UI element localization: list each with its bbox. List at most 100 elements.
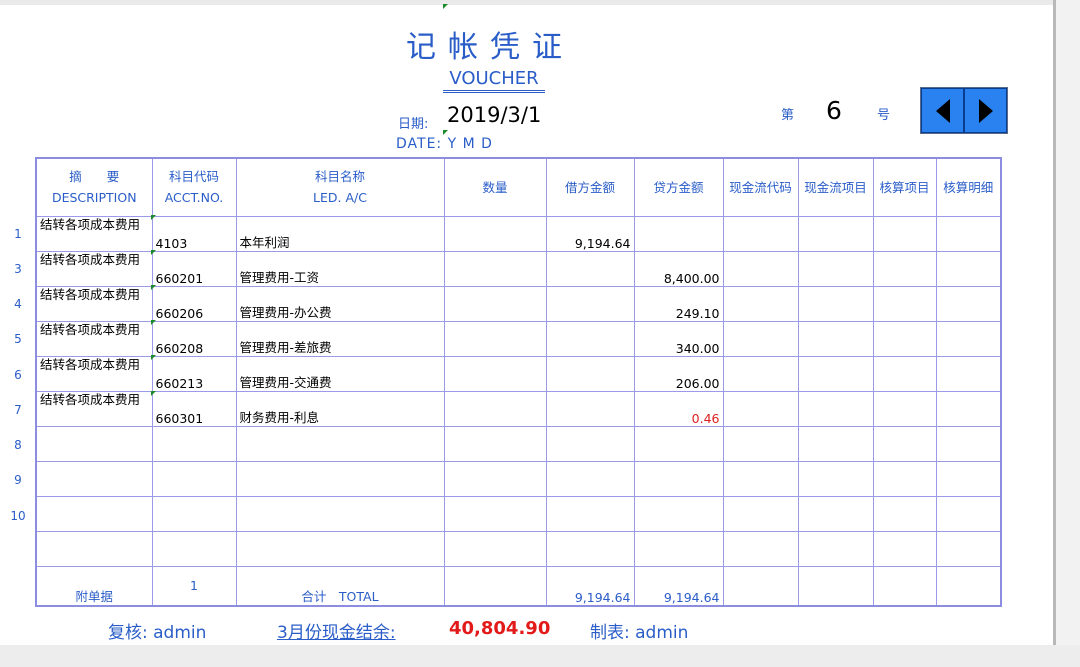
row-audit-item[interactable] xyxy=(872,390,937,427)
row-audit-detail[interactable] xyxy=(935,215,1002,252)
row-ledger-name[interactable]: 财务费用-利息 xyxy=(235,390,445,427)
total-label: 合计 TOTAL xyxy=(235,565,445,607)
row-audit-item[interactable] xyxy=(872,355,937,392)
col-quantity: 数量 xyxy=(443,157,547,217)
row-cashflow-item[interactable] xyxy=(797,320,874,357)
empty-row[interactable] xyxy=(35,460,1002,497)
row-number: 7 xyxy=(14,403,22,417)
row-credit[interactable]: 0.46 xyxy=(633,390,724,427)
voucher-navigation xyxy=(920,87,1008,134)
row-debit[interactable] xyxy=(545,320,635,357)
row-description[interactable]: 结转各项成本费用 xyxy=(35,250,153,287)
date-label: 日期: xyxy=(398,117,429,132)
row-debit[interactable] xyxy=(545,250,635,287)
row-quantity[interactable] xyxy=(443,285,547,322)
row-acct-no[interactable]: 660201 xyxy=(151,250,237,287)
table-row[interactable]: 结转各项成本费用 660206 管理费用-办公费 249.10 xyxy=(35,285,1002,322)
col-cashflow-code: 现金流代码 xyxy=(722,157,799,217)
row-debit[interactable] xyxy=(545,355,635,392)
row-cashflow-code[interactable] xyxy=(722,215,799,252)
cell-comment-marker xyxy=(151,320,156,325)
row-audit-detail[interactable] xyxy=(935,285,1002,322)
empty-row[interactable] xyxy=(35,495,1002,532)
table-row[interactable]: 结转各项成本费用 4103 本年利润 9,194.64 xyxy=(35,215,1002,252)
row-cashflow-item[interactable] xyxy=(797,355,874,392)
cell-comment-marker xyxy=(151,250,156,255)
row-number: 8 xyxy=(14,438,22,452)
row-audit-item[interactable] xyxy=(872,215,937,252)
row-audit-detail[interactable] xyxy=(935,250,1002,287)
row-description[interactable]: 结转各项成本费用 xyxy=(35,355,153,392)
summary-row: 附单据 1 合计 TOTAL 9,194.64 9,194.64 xyxy=(35,565,1002,607)
table-row[interactable]: 结转各项成本费用 660213 管理费用-交通费 206.00 xyxy=(35,355,1002,392)
row-quantity[interactable] xyxy=(443,215,547,252)
date-value[interactable]: 2019/3/1 xyxy=(447,103,541,127)
cash-balance-link[interactable]: 3月份现金结余: xyxy=(277,618,396,643)
row-audit-item[interactable] xyxy=(872,285,937,322)
row-debit[interactable]: 9,194.64 xyxy=(545,215,635,252)
table-row[interactable]: 结转各项成本费用 660201 管理费用-工资 8,400.00 xyxy=(35,250,1002,287)
row-credit[interactable]: 8,400.00 xyxy=(633,250,724,287)
voucher-number-prefix: 第 xyxy=(781,108,795,123)
attachments-label: 附单据 xyxy=(35,565,153,607)
row-debit[interactable] xyxy=(545,285,635,322)
row-acct-no[interactable]: 660301 xyxy=(151,390,237,427)
row-acct-no[interactable]: 4103 xyxy=(151,215,237,252)
row-cashflow-code[interactable] xyxy=(722,390,799,427)
row-ledger-name[interactable]: 管理费用-办公费 xyxy=(235,285,445,322)
row-description[interactable]: 结转各项成本费用 xyxy=(35,215,153,252)
row-cashflow-code[interactable] xyxy=(722,285,799,322)
preparer-label: 制表: admin xyxy=(590,623,689,643)
row-quantity[interactable] xyxy=(443,355,547,392)
row-audit-detail[interactable] xyxy=(935,390,1002,427)
row-cashflow-item[interactable] xyxy=(797,250,874,287)
row-ledger-name[interactable]: 管理费用-工资 xyxy=(235,250,445,287)
previous-voucher-button[interactable] xyxy=(921,88,964,133)
row-acct-no[interactable]: 660213 xyxy=(151,355,237,392)
cell-comment-marker xyxy=(151,355,156,360)
row-audit-detail[interactable] xyxy=(935,320,1002,357)
row-quantity[interactable] xyxy=(443,250,547,287)
row-description[interactable]: 结转各项成本费用 xyxy=(35,320,153,357)
row-cashflow-code[interactable] xyxy=(722,320,799,357)
row-description[interactable]: 结转各项成本费用 xyxy=(35,285,153,322)
row-ledger-name[interactable]: 管理费用-差旅费 xyxy=(235,320,445,357)
row-number: 1 xyxy=(14,227,22,241)
next-voucher-button[interactable] xyxy=(964,88,1007,133)
cell-comment-marker xyxy=(443,130,448,135)
col-description: 摘 要 DESCRIPTION xyxy=(35,157,153,217)
table-row[interactable]: 结转各项成本费用 660208 管理费用-差旅费 340.00 xyxy=(35,320,1002,357)
row-credit[interactable] xyxy=(633,215,724,252)
row-acct-no[interactable]: 660206 xyxy=(151,285,237,322)
row-quantity[interactable] xyxy=(443,390,547,427)
attachments-count[interactable]: 1 xyxy=(151,565,237,607)
row-audit-detail[interactable] xyxy=(935,355,1002,392)
top-bar xyxy=(0,0,1080,5)
row-ledger-name[interactable]: 管理费用-交通费 xyxy=(235,355,445,392)
empty-row[interactable] xyxy=(35,425,1002,462)
row-cashflow-code[interactable] xyxy=(722,250,799,287)
col-ledger: 科目名称 LED. A/C xyxy=(235,157,445,217)
row-cashflow-item[interactable] xyxy=(797,285,874,322)
row-credit[interactable]: 249.10 xyxy=(633,285,724,322)
row-cashflow-code[interactable] xyxy=(722,355,799,392)
table-row[interactable]: 结转各项成本费用 660301 财务费用-利息 0.46 xyxy=(35,390,1002,427)
row-quantity[interactable] xyxy=(443,320,547,357)
col-acct-no: 科目代码 ACCT.NO. xyxy=(151,157,237,217)
table-header: 摘 要 DESCRIPTION 科目代码 ACCT.NO. 科目名称 LED. A/C… xyxy=(35,157,1002,217)
row-audit-item[interactable] xyxy=(872,320,937,357)
empty-row[interactable] xyxy=(35,530,1002,567)
row-number: 6 xyxy=(14,368,22,382)
row-credit[interactable]: 340.00 xyxy=(633,320,724,357)
row-acct-no[interactable]: 660208 xyxy=(151,320,237,357)
row-audit-item[interactable] xyxy=(872,250,937,287)
voucher-number[interactable]: 6 xyxy=(826,96,842,125)
row-debit[interactable] xyxy=(545,390,635,427)
date-format-label: DATE: Y M D xyxy=(396,136,493,152)
row-ledger-name[interactable]: 本年利润 xyxy=(235,215,445,252)
cash-balance-value: 40,804.90 xyxy=(449,618,551,639)
row-description[interactable]: 结转各项成本费用 xyxy=(35,390,153,427)
row-cashflow-item[interactable] xyxy=(797,390,874,427)
row-credit[interactable]: 206.00 xyxy=(633,355,724,392)
row-cashflow-item[interactable] xyxy=(797,215,874,252)
